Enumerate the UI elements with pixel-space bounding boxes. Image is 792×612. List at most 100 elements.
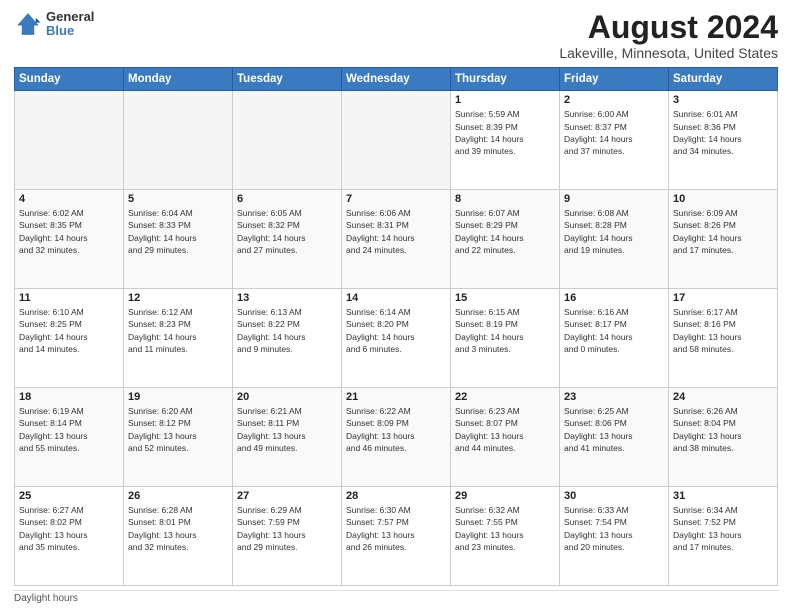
table-row: 27 Sunrise: 6:29 AM Sunset: 7:59 PM Dayli… <box>233 487 342 586</box>
day-detail: Sunrise: 6:25 AM Sunset: 8:06 PM Dayligh… <box>564 405 664 454</box>
day-number: 5 <box>128 193 228 205</box>
calendar-week-row: 4 Sunrise: 6:02 AM Sunset: 8:35 PM Daylig… <box>15 190 778 289</box>
day-of-week-header: Sunday <box>15 68 124 91</box>
day-detail: Sunrise: 6:17 AM Sunset: 8:16 PM Dayligh… <box>673 306 773 355</box>
calendar-week-row: 11 Sunrise: 6:10 AM Sunset: 8:25 PM Dayli… <box>15 289 778 388</box>
day-number: 20 <box>237 391 337 403</box>
day-of-week-header: Thursday <box>451 68 560 91</box>
table-row: 25 Sunrise: 6:27 AM Sunset: 8:02 PM Dayli… <box>15 487 124 586</box>
day-detail: Sunrise: 6:19 AM Sunset: 8:14 PM Dayligh… <box>19 405 119 454</box>
day-detail: Sunrise: 6:00 AM Sunset: 8:37 PM Dayligh… <box>564 108 664 157</box>
day-number: 21 <box>346 391 446 403</box>
day-detail: Sunrise: 6:02 AM Sunset: 8:35 PM Dayligh… <box>19 207 119 256</box>
table-row: 30Sunrise: 6:33 AM Sunset: 7:54 PM Dayli… <box>560 487 669 586</box>
table-row <box>233 91 342 190</box>
day-number: 1 <box>455 94 555 106</box>
day-detail: Sunrise: 6:06 AM Sunset: 8:31 PM Dayligh… <box>346 207 446 256</box>
header: General Blue August 2024 Lakeville, Minn… <box>14 10 778 61</box>
day-number: 10 <box>673 193 773 205</box>
day-number: 2 <box>564 94 664 106</box>
day-detail: Sunrise: 6:07 AM Sunset: 8:29 PM Dayligh… <box>455 207 555 256</box>
table-row: 8 Sunrise: 6:07 AM Sunset: 8:29 PM Daylig… <box>451 190 560 289</box>
day-detail: Sunrise: 6:22 AM Sunset: 8:09 PM Dayligh… <box>346 405 446 454</box>
table-row: 24 Sunrise: 6:26 AM Sunset: 8:04 PM Dayli… <box>669 388 778 487</box>
table-row: 23 Sunrise: 6:25 AM Sunset: 8:06 PM Dayli… <box>560 388 669 487</box>
day-number: 19 <box>128 391 228 403</box>
title-block: August 2024 Lakeville, Minnesota, United… <box>559 10 778 61</box>
table-row: 10Sunrise: 6:09 AM Sunset: 8:26 PM Dayli… <box>669 190 778 289</box>
day-number: 17 <box>673 292 773 304</box>
logo: General Blue <box>14 10 94 39</box>
day-number: 14 <box>346 292 446 304</box>
day-detail: Sunrise: 6:12 AM Sunset: 8:23 PM Dayligh… <box>128 306 228 355</box>
logo-icon <box>14 10 42 38</box>
day-detail: Sunrise: 6:29 AM Sunset: 7:59 PM Dayligh… <box>237 504 337 553</box>
logo-line1: General <box>46 10 94 24</box>
day-number: 31 <box>673 490 773 502</box>
day-number: 25 <box>19 490 119 502</box>
day-of-week-header: Monday <box>124 68 233 91</box>
day-number: 9 <box>564 193 664 205</box>
table-row: 31 Sunrise: 6:34 AM Sunset: 7:52 PM Dayli… <box>669 487 778 586</box>
day-detail: Sunrise: 6:10 AM Sunset: 8:25 PM Dayligh… <box>19 306 119 355</box>
page-title: August 2024 <box>559 10 778 45</box>
day-number: 11 <box>19 292 119 304</box>
day-detail: Sunrise: 6:33 AM Sunset: 7:54 PM Dayligh… <box>564 504 664 553</box>
day-number: 4 <box>19 193 119 205</box>
table-row: 4 Sunrise: 6:02 AM Sunset: 8:35 PM Daylig… <box>15 190 124 289</box>
day-number: 27 <box>237 490 337 502</box>
page-subtitle: Lakeville, Minnesota, United States <box>559 45 778 61</box>
table-row: 3Sunrise: 6:01 AM Sunset: 8:36 PM Daylig… <box>669 91 778 190</box>
day-detail: Sunrise: 6:30 AM Sunset: 7:57 PM Dayligh… <box>346 504 446 553</box>
day-detail: Sunrise: 6:20 AM Sunset: 8:12 PM Dayligh… <box>128 405 228 454</box>
logo-text: General Blue <box>46 10 94 39</box>
day-number: 28 <box>346 490 446 502</box>
table-row: 5 Sunrise: 6:04 AM Sunset: 8:33 PM Daylig… <box>124 190 233 289</box>
day-number: 3 <box>673 94 773 106</box>
day-number: 15 <box>455 292 555 304</box>
day-detail: Sunrise: 6:28 AM Sunset: 8:01 PM Dayligh… <box>128 504 228 553</box>
calendar-week-row: 1Sunrise: 5:59 AM Sunset: 8:39 PM Daylig… <box>15 91 778 190</box>
day-detail: Sunrise: 6:27 AM Sunset: 8:02 PM Dayligh… <box>19 504 119 553</box>
table-row: 14 Sunrise: 6:14 AM Sunset: 8:20 PM Dayli… <box>342 289 451 388</box>
calendar-body: 1Sunrise: 5:59 AM Sunset: 8:39 PM Daylig… <box>15 91 778 586</box>
day-detail: Sunrise: 6:26 AM Sunset: 8:04 PM Dayligh… <box>673 405 773 454</box>
table-row: 6Sunrise: 6:05 AM Sunset: 8:32 PM Daylig… <box>233 190 342 289</box>
day-detail: Sunrise: 6:14 AM Sunset: 8:20 PM Dayligh… <box>346 306 446 355</box>
day-number: 26 <box>128 490 228 502</box>
table-row: 18 Sunrise: 6:19 AM Sunset: 8:14 PM Dayli… <box>15 388 124 487</box>
day-detail: Sunrise: 6:13 AM Sunset: 8:22 PM Dayligh… <box>237 306 337 355</box>
day-number: 6 <box>237 193 337 205</box>
table-row <box>342 91 451 190</box>
day-of-week-header: Wednesday <box>342 68 451 91</box>
day-number: 24 <box>673 391 773 403</box>
day-number: 23 <box>564 391 664 403</box>
table-row: 15Sunrise: 6:15 AM Sunset: 8:19 PM Dayli… <box>451 289 560 388</box>
day-number: 8 <box>455 193 555 205</box>
day-number: 13 <box>237 292 337 304</box>
table-row: 28 Sunrise: 6:30 AM Sunset: 7:57 PM Dayli… <box>342 487 451 586</box>
day-detail: Sunrise: 6:34 AM Sunset: 7:52 PM Dayligh… <box>673 504 773 553</box>
footer: Daylight hours <box>14 590 778 604</box>
day-detail: Sunrise: 6:04 AM Sunset: 8:33 PM Dayligh… <box>128 207 228 256</box>
table-row: 22Sunrise: 6:23 AM Sunset: 8:07 PM Dayli… <box>451 388 560 487</box>
table-row: 1Sunrise: 5:59 AM Sunset: 8:39 PM Daylig… <box>451 91 560 190</box>
day-number: 16 <box>564 292 664 304</box>
table-row: 17 Sunrise: 6:17 AM Sunset: 8:16 PM Dayli… <box>669 289 778 388</box>
days-of-week-row: SundayMondayTuesdayWednesdayThursdayFrid… <box>15 68 778 91</box>
calendar-header: SundayMondayTuesdayWednesdayThursdayFrid… <box>15 68 778 91</box>
table-row <box>15 91 124 190</box>
table-row: 26 Sunrise: 6:28 AM Sunset: 8:01 PM Dayli… <box>124 487 233 586</box>
table-row: 12 Sunrise: 6:12 AM Sunset: 8:23 PM Dayli… <box>124 289 233 388</box>
day-number: 18 <box>19 391 119 403</box>
table-row: 7 Sunrise: 6:06 AM Sunset: 8:31 PM Daylig… <box>342 190 451 289</box>
day-detail: Sunrise: 6:08 AM Sunset: 8:28 PM Dayligh… <box>564 207 664 256</box>
day-number: 29 <box>455 490 555 502</box>
table-row <box>124 91 233 190</box>
table-row: 2 Sunrise: 6:00 AM Sunset: 8:37 PM Daylig… <box>560 91 669 190</box>
table-row: 11 Sunrise: 6:10 AM Sunset: 8:25 PM Dayli… <box>15 289 124 388</box>
day-number: 12 <box>128 292 228 304</box>
day-of-week-header: Saturday <box>669 68 778 91</box>
day-of-week-header: Tuesday <box>233 68 342 91</box>
day-number: 7 <box>346 193 446 205</box>
